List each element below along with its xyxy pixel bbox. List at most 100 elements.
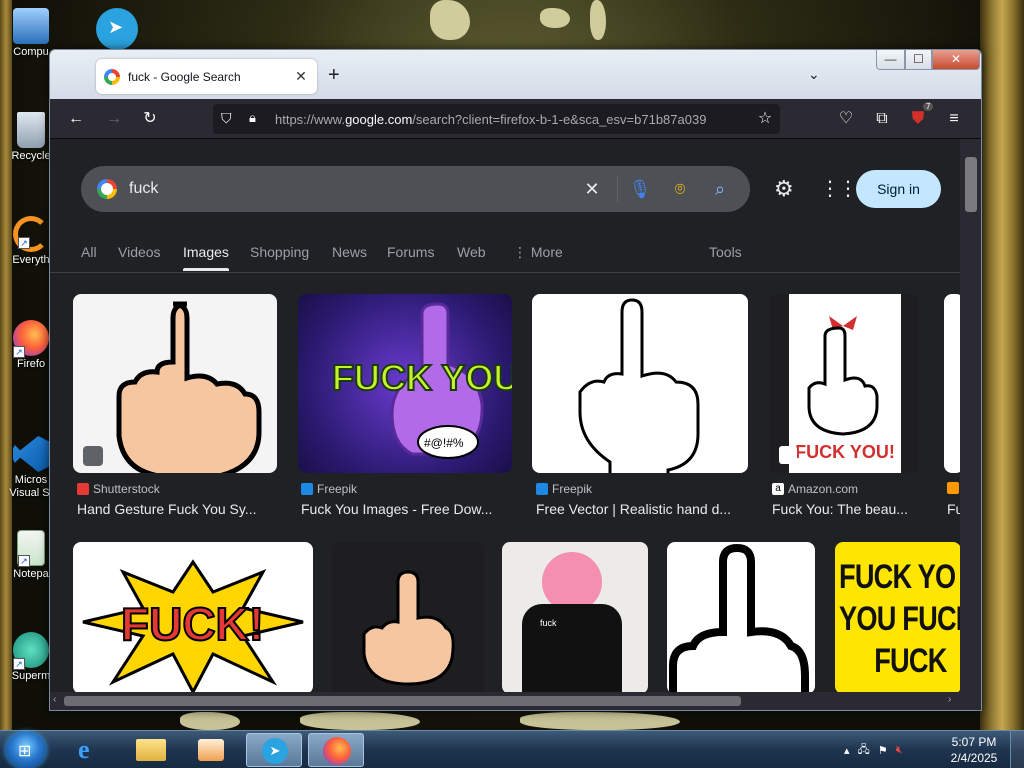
firefox-icon — [323, 737, 351, 765]
desktop-icon-recycle-bin[interactable]: Recycle — [8, 112, 54, 162]
network-icon[interactable]: 🖧︎ — [858, 741, 870, 760]
desktop-icon-notepad[interactable]: ↗ Notepa — [8, 530, 54, 580]
forward-arrow-icon[interactable]: → — [102, 107, 126, 131]
result-title[interactable]: Hand Gesture Fuck You Sy... — [77, 501, 273, 517]
taskbar-firefox[interactable] — [308, 733, 364, 767]
pocket-icon[interactable]: ♡ — [834, 107, 858, 131]
lock-icon[interactable]: 🔒︎ — [249, 110, 256, 126]
result-image[interactable]: FUCK YOU! — [769, 294, 919, 473]
tab-forums[interactable]: Forums — [387, 244, 434, 260]
url-bar[interactable]: ⛉ 🔒︎ https://www.google.com/search?clien… — [213, 104, 780, 134]
freepik-favicon-icon — [536, 483, 548, 495]
shutterstock-favicon-icon — [77, 483, 89, 495]
tab-all[interactable]: All — [81, 244, 97, 260]
site-favicon-icon — [947, 482, 959, 494]
wallpaper-frame-right — [980, 0, 1024, 730]
firefox-window: fuck - Google Search ✕ + ⌄ — ☐ ✕ ← → ↻ ⛉… — [49, 49, 982, 711]
desktop-icon-computer[interactable]: Compu — [8, 8, 54, 58]
tools-button[interactable]: Tools — [709, 244, 742, 260]
desktop-icon-supermium[interactable]: ↗ Superm — [8, 632, 54, 682]
result-title[interactable]: Fuck You: The beau... — [772, 501, 922, 517]
tab-google-search[interactable]: fuck - Google Search ✕ — [96, 59, 317, 94]
scroll-left-icon[interactable]: ‹ — [53, 694, 56, 705]
result-title[interactable]: Fuck You Images - Free Dow... — [301, 501, 507, 517]
result-title[interactable]: Free Vector | Realistic hand d... — [536, 501, 744, 517]
result-title[interactable]: Fu — [947, 501, 961, 517]
result-image[interactable] — [532, 294, 748, 473]
hamburger-menu-icon[interactable]: ≡ — [942, 107, 966, 131]
tracking-protection-shield-icon[interactable]: ⛉ — [221, 110, 232, 127]
book-cover-text: FUCK YOU! — [795, 442, 895, 462]
google-lens-icon[interactable]: ⌾ — [668, 177, 692, 201]
image-result-7[interactable] — [332, 542, 484, 694]
vertical-scroll-thumb[interactable] — [965, 157, 977, 212]
result-image[interactable]: FUCK YOU! #@!#% — [298, 294, 512, 473]
taskbar-internet-explorer[interactable]: e — [64, 733, 120, 767]
settings-gear-icon[interactable]: ⚙ — [774, 176, 794, 202]
result-image[interactable] — [73, 294, 277, 473]
image-result-6[interactable]: FUCK! — [73, 542, 313, 694]
google-g-icon — [97, 179, 117, 199]
result-source: Freepik — [536, 482, 592, 496]
amazon-favicon-icon: a — [772, 483, 784, 495]
taskbar-file-explorer[interactable] — [124, 733, 180, 767]
source-label: Freepik — [317, 482, 358, 496]
horizontal-scrollbar[interactable]: ‹ › — [50, 692, 981, 710]
image-result-8[interactable]: fuck — [502, 542, 648, 694]
result-source — [947, 482, 959, 494]
list-all-tabs-chevron-icon[interactable]: ⌄ — [808, 66, 820, 83]
desktop-icon-everything[interactable]: ↗ Everyth — [8, 216, 54, 266]
back-arrow-icon[interactable]: ← — [64, 107, 88, 131]
recycle-bin-icon — [17, 112, 45, 148]
close-window-button[interactable]: ✕ — [932, 50, 980, 70]
taskbar-media-player[interactable] — [184, 733, 240, 767]
taskbar: ⊞ e ➤ ▴ 🖧︎ ⚑ 🔇︎ 5:07 PM 2/4/2025 — [0, 730, 1024, 768]
clock-date: 2/4/2025 — [950, 751, 998, 765]
tab-close-icon[interactable]: ✕ — [293, 68, 309, 85]
vertical-scrollbar[interactable] — [960, 139, 981, 694]
search-magnifier-icon[interactable]: ⌕ — [708, 177, 732, 201]
tab-news[interactable]: News — [332, 244, 367, 260]
tag-icon — [779, 446, 797, 464]
new-tab-button[interactable]: + — [328, 64, 340, 87]
tab-shopping[interactable]: Shopping — [250, 244, 309, 260]
black-tshirt: fuck — [522, 604, 622, 694]
tab-videos[interactable]: Videos — [118, 244, 161, 260]
search-box[interactable]: fuck ✕ 🎙︎ ⌾ ⌕ — [81, 166, 750, 212]
extensions-puzzle-icon[interactable]: ⧉ — [870, 107, 894, 131]
extension-badge-count: 7 — [923, 102, 934, 111]
tab-more[interactable]: ⋮ More — [513, 244, 563, 261]
bookmark-star-icon[interactable]: ☆ — [753, 107, 777, 131]
scroll-right-icon[interactable]: › — [948, 694, 951, 705]
clear-search-icon[interactable]: ✕ — [580, 177, 604, 201]
notepad-icon: ↗ — [17, 530, 45, 567]
sign-in-button[interactable]: Sign in — [856, 170, 941, 208]
volume-muted-icon[interactable]: 🔇︎ — [896, 744, 903, 757]
reload-icon[interactable]: ↻ — [138, 107, 162, 131]
minimize-button[interactable]: — — [876, 50, 905, 70]
voice-search-mic-icon[interactable]: 🎙︎ — [628, 177, 652, 201]
show-hidden-icons-chevron-icon[interactable]: ▴ — [844, 744, 850, 757]
telegram-plane-icon: ➤ — [108, 17, 124, 37]
sign-line: FUCK — [874, 642, 947, 680]
search-input[interactable]: fuck — [129, 180, 158, 198]
taskbar-telegram[interactable]: ➤ — [246, 733, 302, 767]
freepik-favicon-icon — [301, 483, 313, 495]
show-desktop-button[interactable] — [1010, 731, 1024, 768]
start-button[interactable]: ⊞ — [6, 732, 46, 768]
result-source: a Amazon.com — [772, 482, 858, 496]
desktop-icon-vscode[interactable]: Micros Visual St — [8, 436, 54, 500]
tab-web[interactable]: Web — [457, 244, 486, 260]
result-image[interactable] — [944, 294, 961, 473]
maximize-button[interactable]: ☐ — [905, 50, 932, 70]
firefox-icon: ↗ — [13, 320, 49, 358]
action-center-flag-icon[interactable]: ⚑ — [878, 744, 888, 757]
desktop-icon-telegram[interactable]: ➤ — [96, 8, 138, 50]
tab-images[interactable]: Images — [183, 244, 229, 271]
realistic-hand-sketch-image — [578, 298, 700, 473]
desktop-icon-firefox[interactable]: ↗ Firefo — [8, 320, 54, 370]
taskbar-clock[interactable]: 5:07 PM 2/4/2025 — [946, 734, 1002, 766]
image-result-9[interactable] — [667, 542, 815, 694]
horizontal-scroll-thumb[interactable] — [64, 696, 741, 706]
image-result-10[interactable]: FUCK YO YOU FUCK FUCK — [835, 542, 961, 694]
